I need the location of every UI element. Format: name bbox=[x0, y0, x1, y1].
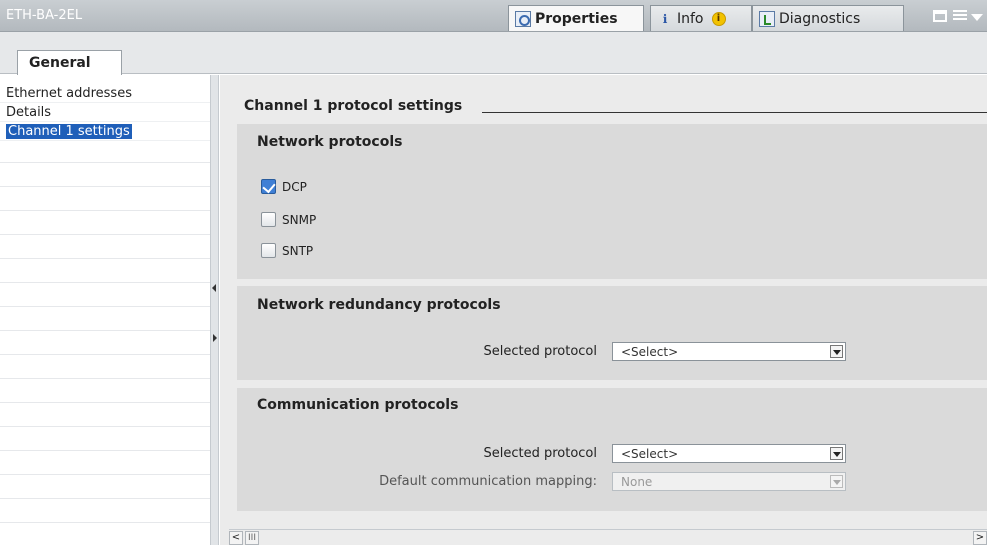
tab-properties[interactable]: Properties bbox=[508, 5, 644, 31]
redundancy-protocol-label: Selected protocol bbox=[483, 344, 597, 359]
sntp-checkbox[interactable] bbox=[261, 243, 276, 258]
info-icon: ℹ bbox=[662, 11, 668, 26]
section-divider bbox=[482, 112, 987, 113]
panel-menu-chevron-icon[interactable] bbox=[971, 14, 983, 21]
section-title: Channel 1 protocol settings bbox=[244, 98, 469, 114]
nav-item-channel-1-settings[interactable]: Channel 1 settings bbox=[0, 122, 210, 141]
tab-diagnostics[interactable]: Diagnostics bbox=[752, 5, 904, 31]
default-mapping-label: Default communication mapping: bbox=[379, 474, 597, 489]
horizontal-scrollbar[interactable]: < III > bbox=[229, 529, 987, 545]
minimize-panel-icon[interactable] bbox=[953, 10, 967, 20]
dcp-label: DCP bbox=[282, 180, 307, 194]
tab-general[interactable]: General bbox=[17, 50, 122, 75]
tab-info-label: Info bbox=[677, 10, 704, 27]
property-nav-tree: Ethernet addresses Details Channel 1 set… bbox=[0, 75, 210, 545]
tab-diagnostics-label: Diagnostics bbox=[779, 10, 861, 27]
network-redundancy-group: Network redundancy protocols bbox=[237, 286, 987, 380]
dcp-checkbox[interactable] bbox=[261, 179, 276, 194]
scroll-right-button[interactable]: > bbox=[973, 531, 987, 545]
redundancy-protocol-select[interactable]: <Select> bbox=[612, 342, 846, 361]
tab-properties-label: Properties bbox=[535, 10, 618, 27]
window-title: ETH-BA-2EL bbox=[6, 8, 83, 23]
sntp-label: SNTP bbox=[282, 244, 314, 258]
panel-splitter[interactable] bbox=[210, 75, 219, 545]
nav-item-ethernet-addresses[interactable]: Ethernet addresses bbox=[0, 84, 210, 103]
tab-info[interactable]: ℹ Info i bbox=[650, 5, 752, 31]
scroll-left-button[interactable]: < bbox=[229, 531, 243, 545]
expand-right-icon[interactable] bbox=[212, 328, 217, 348]
nav-item-label: Channel 1 settings bbox=[5, 123, 133, 140]
chevron-down-icon bbox=[830, 475, 843, 488]
nav-item-details[interactable]: Details bbox=[0, 103, 210, 122]
default-mapping-select: None bbox=[612, 472, 846, 491]
float-window-icon[interactable] bbox=[933, 10, 947, 22]
group-title: Communication protocols bbox=[257, 397, 459, 413]
communication-protocol-select[interactable]: <Select> bbox=[612, 444, 846, 463]
communication-protocol-label: Selected protocol bbox=[483, 446, 597, 461]
nav-item-label: Details bbox=[6, 105, 52, 120]
select-value: <Select> bbox=[621, 447, 679, 461]
group-title: Network protocols bbox=[257, 134, 403, 150]
network-protocols-group: Network protocols bbox=[237, 124, 987, 279]
properties-icon bbox=[515, 10, 531, 27]
select-value: None bbox=[621, 475, 653, 489]
chevron-down-icon[interactable] bbox=[830, 345, 843, 358]
group-title: Network redundancy protocols bbox=[257, 297, 501, 313]
info-alert-icon: i bbox=[711, 11, 726, 26]
nav-item-label: Ethernet addresses bbox=[6, 86, 132, 101]
select-value: <Select> bbox=[621, 345, 679, 359]
diagnostics-icon bbox=[759, 10, 775, 27]
chevron-down-icon[interactable] bbox=[830, 447, 843, 460]
scroll-thumb[interactable]: III bbox=[245, 531, 259, 545]
collapse-left-icon[interactable] bbox=[212, 278, 217, 298]
snmp-label: SNMP bbox=[282, 213, 317, 227]
subtab-bar bbox=[0, 32, 987, 74]
snmp-checkbox[interactable] bbox=[261, 212, 276, 227]
